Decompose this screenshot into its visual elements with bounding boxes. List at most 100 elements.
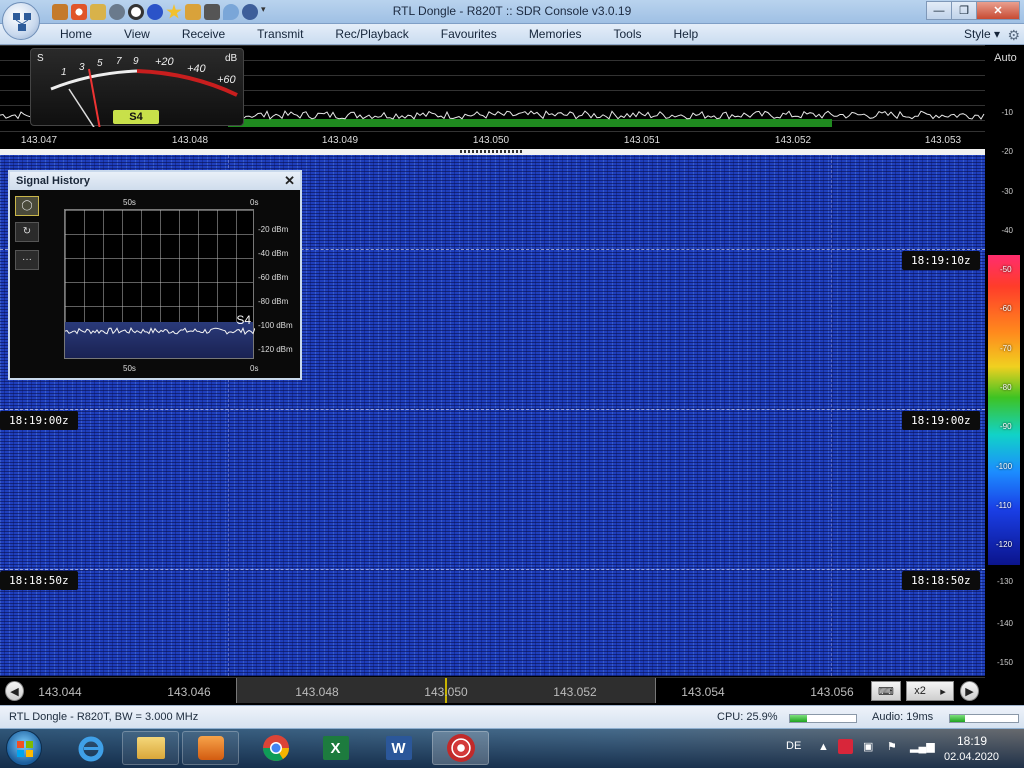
menu-rec-playback[interactable]: Rec/Playback: [319, 27, 424, 41]
band-prev-button[interactable]: ◀: [5, 681, 24, 701]
spectrum-freq-label: 143.051: [623, 135, 661, 146]
history-axis-label: 50s: [123, 364, 136, 373]
minimize-button[interactable]: —: [926, 1, 952, 20]
meter-scale-40: +40: [187, 63, 207, 75]
reset-button[interactable]: ↻: [15, 222, 39, 242]
sdr-antenna-icon: [446, 734, 475, 762]
time-label-left: 18:19:00z: [0, 411, 78, 430]
meter-scale-3: 3: [79, 62, 85, 73]
media-player-taskbar-button[interactable]: [182, 731, 239, 765]
signal-history-plot: S4: [64, 209, 255, 359]
internet-explorer-icon[interactable]: [62, 731, 119, 765]
excel-taskbar-button[interactable]: X: [307, 731, 364, 765]
audio-meter: [949, 714, 1019, 723]
band-overview[interactable]: 143.044 143.046 143.048 143.050 143.052 …: [0, 677, 985, 703]
start-button[interactable]: [6, 730, 42, 766]
signal-history-title-bar[interactable]: Signal History ✕: [10, 172, 300, 190]
zoom-value: x2: [914, 685, 926, 697]
status-bar: RTL Dongle - R820T, BW = 3.000 MHz CPU: …: [0, 705, 1024, 728]
signal-history-trace: [65, 327, 255, 335]
chrome-taskbar-button[interactable]: [247, 731, 304, 765]
clock-time[interactable]: 18:19: [957, 734, 987, 748]
color-tick: -50: [1000, 265, 1012, 274]
menu-favourites[interactable]: Favourites: [425, 27, 513, 41]
auto-scale-button[interactable]: Auto: [987, 52, 1024, 64]
app-menu-button[interactable]: [2, 2, 40, 40]
cpu-meter-fill: [790, 715, 808, 722]
sdr-console-window: ▾ RTL Dongle - R820T :: SDR Console v3.0…: [0, 0, 1024, 768]
db-tick: -10: [1001, 108, 1013, 117]
history-s-reading: S4: [236, 313, 251, 327]
band-freq-label: 143.054: [681, 685, 725, 699]
color-tick: -80: [1000, 383, 1012, 392]
gear-icon[interactable]: ⚙: [1007, 27, 1020, 44]
close-button[interactable]: ✕: [976, 1, 1020, 20]
db-tick: -40: [1001, 226, 1013, 235]
zoom-selector[interactable]: x2 ▸: [906, 681, 954, 701]
menu-transmit[interactable]: Transmit: [241, 27, 319, 41]
band-freq-label: 143.056: [810, 685, 854, 699]
color-tick: -110: [996, 501, 1012, 510]
menu-tools[interactable]: Tools: [598, 27, 658, 41]
spectrum-freq-label: 143.053: [924, 135, 962, 146]
style-menu[interactable]: Style ▾: [964, 27, 1000, 41]
word-taskbar-button[interactable]: W: [370, 731, 427, 765]
history-db-label: -80 dBm: [258, 297, 289, 306]
waterfall-time-line: [0, 409, 985, 410]
signal-history-close-button[interactable]: ✕: [284, 173, 295, 189]
meter-scale-9: 9: [133, 56, 139, 67]
menu-view[interactable]: View: [108, 27, 166, 41]
ie-logo-icon: [78, 736, 103, 762]
cpu-label: CPU: 25.9%: [717, 711, 778, 723]
spectrum-frequency-axis: 143.047 143.048 143.049 143.050 143.051 …: [0, 131, 985, 149]
history-db-label: -60 dBm: [258, 273, 289, 282]
meter-scale-7: 7: [116, 56, 122, 67]
meter-scale-5: 5: [97, 58, 103, 69]
audio-label: Audio: 19ms: [872, 711, 934, 723]
db-tick: -150: [996, 658, 1013, 667]
ribbon-menu: Home View Receive Transmit Rec/Playback …: [0, 24, 1024, 45]
signal-history-window[interactable]: Signal History ✕ ◯ ↻ ··· 50s 0s S4 -20 d…: [8, 170, 302, 380]
title-bar: ▾ RTL Dongle - R820T :: SDR Console v3.0…: [0, 0, 1024, 24]
waterfall-grid-line: [831, 155, 832, 676]
band-freq-label: 143.052: [553, 685, 597, 699]
color-scale-bar[interactable]: [988, 255, 1020, 565]
sdr-console-taskbar-button[interactable]: [432, 731, 489, 765]
app-logo-icon: [13, 13, 31, 31]
history-axis-label: 50s: [123, 198, 136, 207]
network-icon[interactable]: ▂▄▆: [910, 740, 935, 753]
clock-date[interactable]: 02.04.2020: [944, 751, 999, 763]
show-hidden-icons-icon[interactable]: ▲: [818, 741, 829, 753]
meter-db-label: dB: [225, 53, 238, 64]
meter-scale-60: +60: [217, 74, 237, 86]
db-tick: -140: [996, 619, 1013, 628]
cpu-meter: [789, 714, 857, 723]
explorer-taskbar-button[interactable]: [122, 731, 179, 765]
word-icon: W: [385, 736, 412, 760]
waterfall-time-line: [0, 569, 985, 570]
audio-meter-fill: [950, 715, 965, 722]
restore-button[interactable]: ❐: [951, 1, 977, 20]
acrobat-tray-icon[interactable]: [838, 739, 853, 754]
menu-home[interactable]: Home: [44, 27, 108, 41]
band-next-button[interactable]: ▶: [960, 681, 979, 701]
usb-device-icon[interactable]: ▣: [863, 740, 873, 753]
meter-scale-20: +20: [155, 56, 175, 68]
menu-memories[interactable]: Memories: [513, 27, 598, 41]
grip-icon: [460, 150, 524, 153]
device-status: RTL Dongle - R820T, BW = 3.000 MHz: [9, 711, 199, 723]
record-toggle-button[interactable]: ◯: [15, 196, 39, 216]
style-dropdown-icon: ▾: [993, 27, 1000, 41]
color-tick: -60: [1000, 304, 1012, 313]
keyboard-icon[interactable]: ⌨: [871, 681, 901, 701]
more-options-button[interactable]: ···: [15, 250, 39, 270]
menu-receive[interactable]: Receive: [166, 27, 241, 41]
action-center-flag-icon[interactable]: ⚑: [887, 740, 897, 753]
color-tick: -120: [996, 540, 1013, 549]
language-indicator[interactable]: DE: [786, 740, 801, 752]
windows-logo-icon: [17, 741, 33, 757]
meter-s-label: S: [37, 53, 44, 64]
db-tick: -30: [1001, 187, 1013, 196]
menu-help[interactable]: Help: [658, 27, 715, 41]
time-label-right: 18:18:50z: [902, 571, 980, 590]
